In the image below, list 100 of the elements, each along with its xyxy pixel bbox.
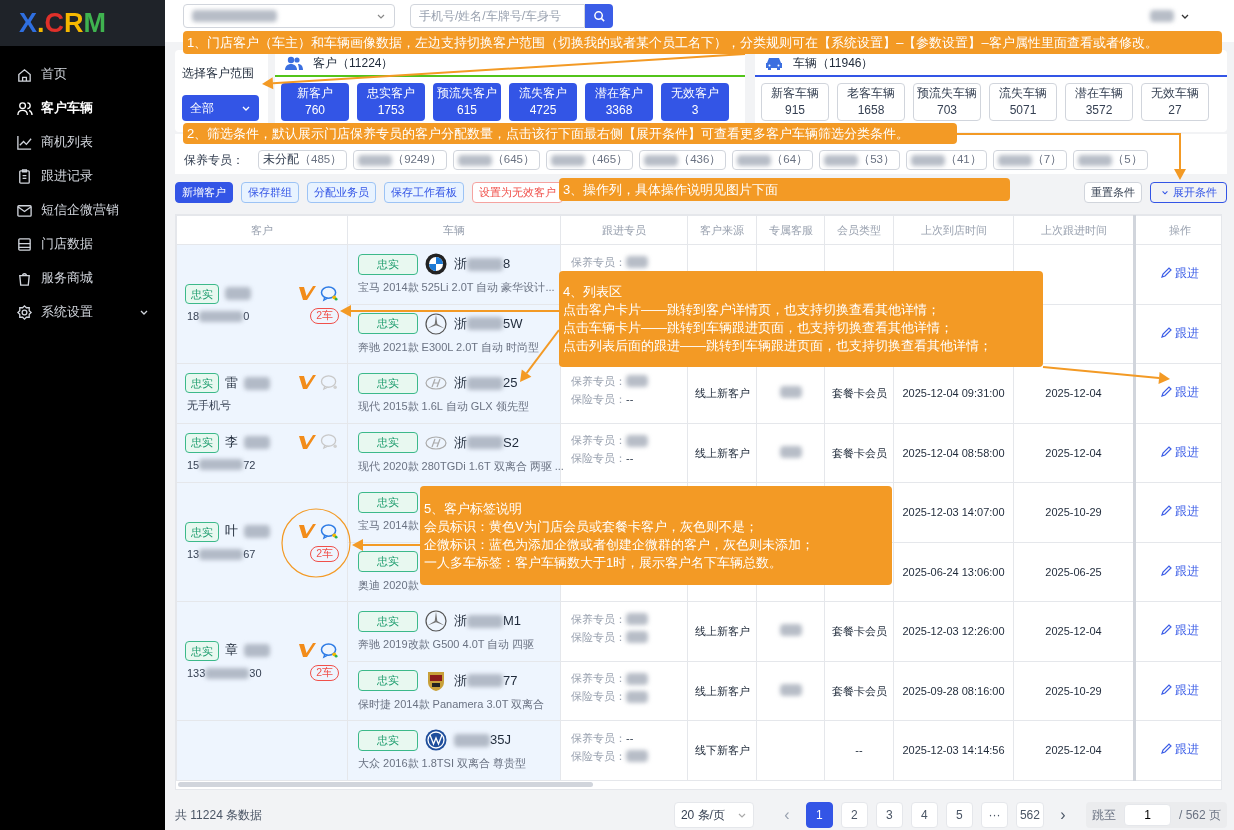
logo-letter: R bbox=[64, 9, 84, 37]
last-follow-date: 2025-12-04 bbox=[1045, 744, 1102, 756]
column-header: 会员类型 bbox=[824, 215, 894, 245]
last-visit-time: 2025-06-24 13:06:00 bbox=[902, 565, 1005, 578]
customer-tag: 忠实 bbox=[185, 521, 219, 542]
annotation-text: 点击客户卡片——跳转到客户详情页，也支持切换查看其他详情； bbox=[563, 301, 941, 319]
field-label: 保养专员： bbox=[571, 730, 626, 746]
last-follow-date: 2025-12-04 bbox=[1045, 446, 1102, 459]
chip-count: （436） bbox=[678, 152, 722, 168]
phone-start: 133 bbox=[187, 665, 206, 681]
customer-source: 线上新客户 bbox=[694, 387, 750, 399]
phone-start: 15 bbox=[187, 457, 200, 473]
phone-end: 0 bbox=[243, 308, 250, 324]
plate-start: 浙 bbox=[454, 255, 467, 274]
field-value: -- bbox=[626, 391, 634, 407]
column-header: 专属客服 bbox=[756, 215, 825, 245]
member-type: 套餐卡会员 bbox=[831, 625, 887, 637]
column-header: 客户 bbox=[176, 215, 348, 245]
annotation-text: 会员标识：黄色V为门店会员或套餐卡客户，灰色则不是； bbox=[424, 517, 759, 536]
annotation-text: 5、客户标签说明 bbox=[424, 499, 524, 518]
customer-source: 线上新客户 bbox=[694, 625, 750, 637]
field-label: 保险专员： bbox=[571, 391, 626, 407]
customer-name: 雷 bbox=[225, 374, 238, 392]
customer-name: 叶 bbox=[225, 523, 238, 541]
vehicle-model: 大众 2016款 1.8TSI 双离合 尊贵型 bbox=[358, 756, 527, 771]
customer-name: 李 bbox=[225, 434, 238, 452]
logo-letter: . bbox=[37, 9, 45, 37]
phone-start: 13 bbox=[187, 546, 200, 562]
annotation-text: 2、筛选条件，默认展示门店保养专员的客户分配数量，点击该行下面最右侧【展开条件】可查看更多客户车辆筛选分类条件。 bbox=[187, 124, 911, 143]
vehicle-tag: 忠实 bbox=[358, 670, 418, 691]
last-visit-time: 2025-12-04 08:58:00 bbox=[902, 446, 1005, 459]
plate-start: 浙 bbox=[454, 433, 467, 452]
member-type: 套餐卡会员 bbox=[831, 387, 887, 399]
phone-start: 18 bbox=[187, 308, 200, 324]
plate-end: 5W bbox=[503, 314, 523, 333]
annotation-text: 点击车辆卡片——跳转到车辆跟进页面，也支持切换查看其他详情； bbox=[563, 319, 954, 337]
vehicle-tag: 忠实 bbox=[358, 253, 418, 275]
customer-phone: 无手机号 bbox=[186, 398, 232, 413]
customer-tag: 忠实 bbox=[185, 283, 219, 304]
scope-label: 选择客户范围 bbox=[182, 65, 255, 82]
field-label: 保养专员： bbox=[571, 254, 626, 270]
plate-start: 浙 bbox=[454, 374, 467, 393]
customer-source: 线下新客户 bbox=[694, 744, 750, 756]
last-follow-date: 2025-10-29 bbox=[1045, 506, 1102, 518]
field-value: -- bbox=[626, 730, 634, 746]
field-label: 保养专员： bbox=[571, 671, 626, 687]
vehicle-model: 奔驰 2021款 E300L 2.0T 自动 时尚型 bbox=[358, 339, 539, 355]
last-follow-date: 2025-10-29 bbox=[1045, 684, 1102, 697]
annotation-text: 一人多车标签：客户车辆数大于1时，展示客户名下车辆总数。 bbox=[424, 553, 784, 572]
member-type: 套餐卡会员 bbox=[831, 446, 887, 459]
field-label: 保险专员： bbox=[571, 629, 626, 645]
chip-count: （485） bbox=[299, 152, 343, 168]
phone-end: 72 bbox=[243, 457, 256, 473]
field-label: 保险专员： bbox=[571, 748, 626, 764]
phone-end: 67 bbox=[243, 546, 256, 562]
plate-end: S2 bbox=[503, 433, 519, 452]
plate-start: 浙 bbox=[454, 671, 467, 690]
chip-count: （7） bbox=[1031, 152, 1063, 168]
vehicle-tag: 忠实 bbox=[358, 491, 418, 513]
column-header: 上次跟进时间 bbox=[1013, 215, 1135, 245]
filter-label: 保养专员： bbox=[184, 152, 244, 169]
customer-source: 线上新客户 bbox=[694, 684, 750, 697]
annotation-text: 点击列表后面的跟进——跳转到车辆跟进页面，也支持切换查看其他详情； bbox=[563, 337, 993, 355]
last-visit-time: 2025-12-04 09:31:00 bbox=[902, 387, 1005, 399]
field-label: 保养专员： bbox=[571, 433, 626, 449]
last-visit-time: 2025-09-28 08:16:00 bbox=[902, 684, 1005, 697]
field-label: 保养专员： bbox=[571, 611, 626, 627]
logo-letter: X bbox=[19, 9, 37, 37]
member-type: -- bbox=[855, 744, 863, 756]
customer-tag: 忠实 bbox=[185, 640, 219, 661]
vehicle-tag: 忠实 bbox=[358, 610, 418, 632]
annotation-text: 1、门店客户（车主）和车辆画像数据，左边支持切换客户范围（切换我的或者某个员工名下），分类规则可在【系统设置】–【参数设置】–客户属性里面查看或者修改。 bbox=[187, 33, 1159, 52]
vehicle-tag: 忠实 bbox=[358, 372, 418, 394]
chip-count: （41） bbox=[944, 152, 982, 168]
last-follow-date: 2025-12-04 bbox=[1045, 625, 1102, 637]
field-label: 保养专员： bbox=[571, 373, 626, 389]
vehicle-model: 奔驰 2019改款 G500 4.0T 自动 四驱 bbox=[358, 637, 535, 652]
stats-title: 车辆（11946） bbox=[793, 54, 874, 72]
vehicle-model: 现代 2020款 280TGDi 1.6T 双离合 两驱 ... bbox=[358, 458, 564, 474]
vehicle-tag: 忠实 bbox=[358, 432, 418, 453]
vehicle-model: 宝马 2014款 525Li 2.0T 自动 豪华设计... bbox=[358, 280, 555, 295]
jump-label: 跳至 bbox=[1091, 807, 1116, 824]
field-label: 保险专员： bbox=[571, 451, 626, 467]
chip-count: （645） bbox=[491, 152, 535, 168]
last-visit-time: 2025-12-03 14:14:56 bbox=[902, 744, 1005, 756]
last-follow-date: 2025-06-25 bbox=[1045, 565, 1102, 578]
customer-tag: 忠实 bbox=[185, 373, 219, 393]
annotation-text: 企微标识：蓝色为添加企微或者创建企微群的客户，灰色则未添加； bbox=[424, 535, 815, 554]
total-count: 共 11224 条数据 bbox=[175, 807, 263, 824]
column-header: 操作 bbox=[1134, 215, 1221, 245]
chip-count: （53） bbox=[858, 152, 895, 168]
last-visit-time: 2025-12-03 12:26:00 bbox=[902, 625, 1005, 637]
vehicle-tag: 忠实 bbox=[358, 313, 418, 334]
last-visit-time: 2025-12-03 14:07:00 bbox=[902, 506, 1005, 518]
logo-letter: C bbox=[44, 9, 65, 37]
column-header: 车辆 bbox=[347, 215, 561, 245]
last-follow-date: 2025-12-04 bbox=[1045, 387, 1102, 399]
phone-end: 30 bbox=[249, 665, 262, 681]
column-header: 客户来源 bbox=[687, 215, 757, 245]
customer-name: 章 bbox=[225, 642, 238, 660]
